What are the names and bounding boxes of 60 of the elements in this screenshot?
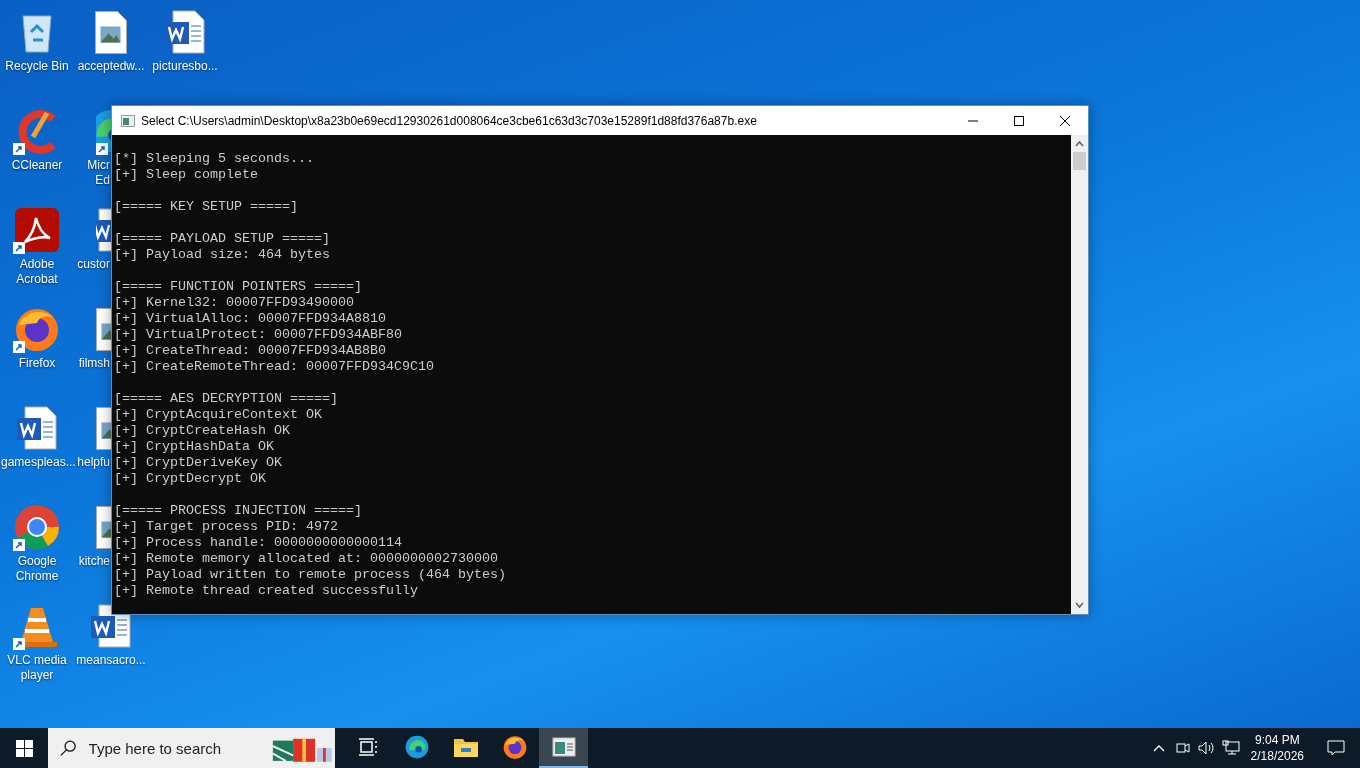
search-bar[interactable]: Type here to search bbox=[48, 728, 335, 768]
windows-logo-icon bbox=[15, 739, 33, 757]
desktop-icon-label[interactable]: Adobe Acrobat bbox=[1, 257, 73, 287]
taskbar-app-button[interactable] bbox=[539, 728, 588, 768]
clock[interactable]: 9:04 PM 2/18/2026 bbox=[1242, 732, 1312, 764]
console-line: [+] CryptDecrypt OK bbox=[114, 471, 267, 487]
console-line: [+] Remote memory allocated at: 0000000002730000 bbox=[114, 551, 499, 567]
console-line: [===== FUNCTION POINTERS =====] bbox=[114, 279, 363, 295]
console-line: [+] Kernel32: 00007FFD93490000 bbox=[114, 295, 355, 311]
scrollbar[interactable] bbox=[1071, 135, 1088, 614]
clock-date: 2/18/2026 bbox=[1250, 748, 1304, 764]
clock-time: 9:04 PM bbox=[1254, 732, 1300, 748]
console-line: [+] VirtualAlloc: 00007FFD934A8810 bbox=[114, 311, 387, 327]
edge-icon bbox=[403, 734, 430, 760]
console-line: [===== PROCESS INJECTION =====] bbox=[114, 503, 363, 519]
console-line: [+] Remote thread created successfully bbox=[114, 583, 419, 599]
desktop-icon-label[interactable]: Micr Ed bbox=[74, 158, 110, 188]
firefox-icon bbox=[501, 734, 528, 760]
console-line: [+] Target process PID: 4972 bbox=[114, 519, 339, 535]
console-line: [+] Payload size: 464 bytes bbox=[114, 247, 331, 263]
console-line: [+] CreateRemoteThread: 00007FFD934C9C10 bbox=[114, 359, 435, 375]
console-line: [+] CreateThread: 00007FFD934AB8B0 bbox=[114, 343, 387, 359]
desktop-icon-label[interactable]: gamespleas... bbox=[1, 455, 73, 470]
scrollbar-thumb[interactable] bbox=[1073, 152, 1086, 170]
folder-icon bbox=[452, 736, 479, 758]
desktop-icon-label[interactable]: Firefox bbox=[1, 356, 73, 371]
desktop-icon-label[interactable]: VLC media player bbox=[1, 653, 73, 683]
close-icon bbox=[1060, 115, 1070, 126]
window-title: Select C:\Users\admin\Desktop\x8a23b0e69ecd12930261d008064ce3cbe61c63d3c703e15289f1d88fd376a87b.exe bbox=[141, 113, 758, 128]
desktop-icon-label[interactable]: acceptedw... bbox=[75, 59, 147, 74]
desktop-icon-label[interactable]: picturesbo... bbox=[149, 59, 221, 74]
console-app-icon bbox=[121, 114, 135, 127]
search-icon bbox=[60, 739, 77, 757]
maximize-icon bbox=[1014, 115, 1024, 126]
desktop-icon-label[interactable]: Recycle Bin bbox=[1, 59, 73, 74]
console-line: [+] CryptAcquireContext OK bbox=[114, 407, 323, 423]
task-view-icon bbox=[357, 738, 378, 756]
console-line: [+] Sleep complete bbox=[114, 167, 259, 183]
chrome-icon bbox=[13, 503, 61, 551]
image-file-icon bbox=[95, 10, 127, 54]
desktop-icon-label[interactable]: CCleaner bbox=[1, 158, 73, 173]
search-field[interactable]: Type here to search bbox=[86, 738, 261, 758]
console-line: [+] CryptDeriveKey OK bbox=[114, 455, 283, 471]
console-line: [===== PAYLOAD SETUP =====] bbox=[114, 231, 331, 247]
console-line: [+] VirtualProtect: 00007FFD934ABF80 bbox=[114, 327, 403, 343]
desktop-icon-label[interactable]: helpfu bbox=[74, 455, 110, 470]
console-line: [+] Payload written to remote process (464 bytes) bbox=[114, 567, 507, 583]
desktop-icon-label[interactable]: filmsh bbox=[74, 356, 110, 371]
console-window-icon bbox=[551, 737, 576, 757]
console-line: [===== KEY SETUP =====] bbox=[114, 199, 299, 215]
desktop-icon-label[interactable]: kitche bbox=[74, 554, 110, 569]
console-line: [*] Sleeping 5 seconds... bbox=[114, 151, 315, 167]
console-line: [+] Process handle: 0000000000000114 bbox=[114, 535, 403, 551]
desktop-icon-label[interactable]: Google Chrome bbox=[1, 554, 73, 584]
console-line: [+] CryptHashData OK bbox=[114, 439, 275, 455]
console-line: [+] CryptCreateHash OK bbox=[114, 423, 291, 439]
console-line: [===== AES DECRYPTION =====] bbox=[114, 391, 339, 407]
desktop-icon-label[interactable]: custor bbox=[74, 257, 110, 272]
acrobat-icon bbox=[13, 206, 61, 254]
desktop-icon-label[interactable]: meansacro... bbox=[75, 653, 147, 668]
